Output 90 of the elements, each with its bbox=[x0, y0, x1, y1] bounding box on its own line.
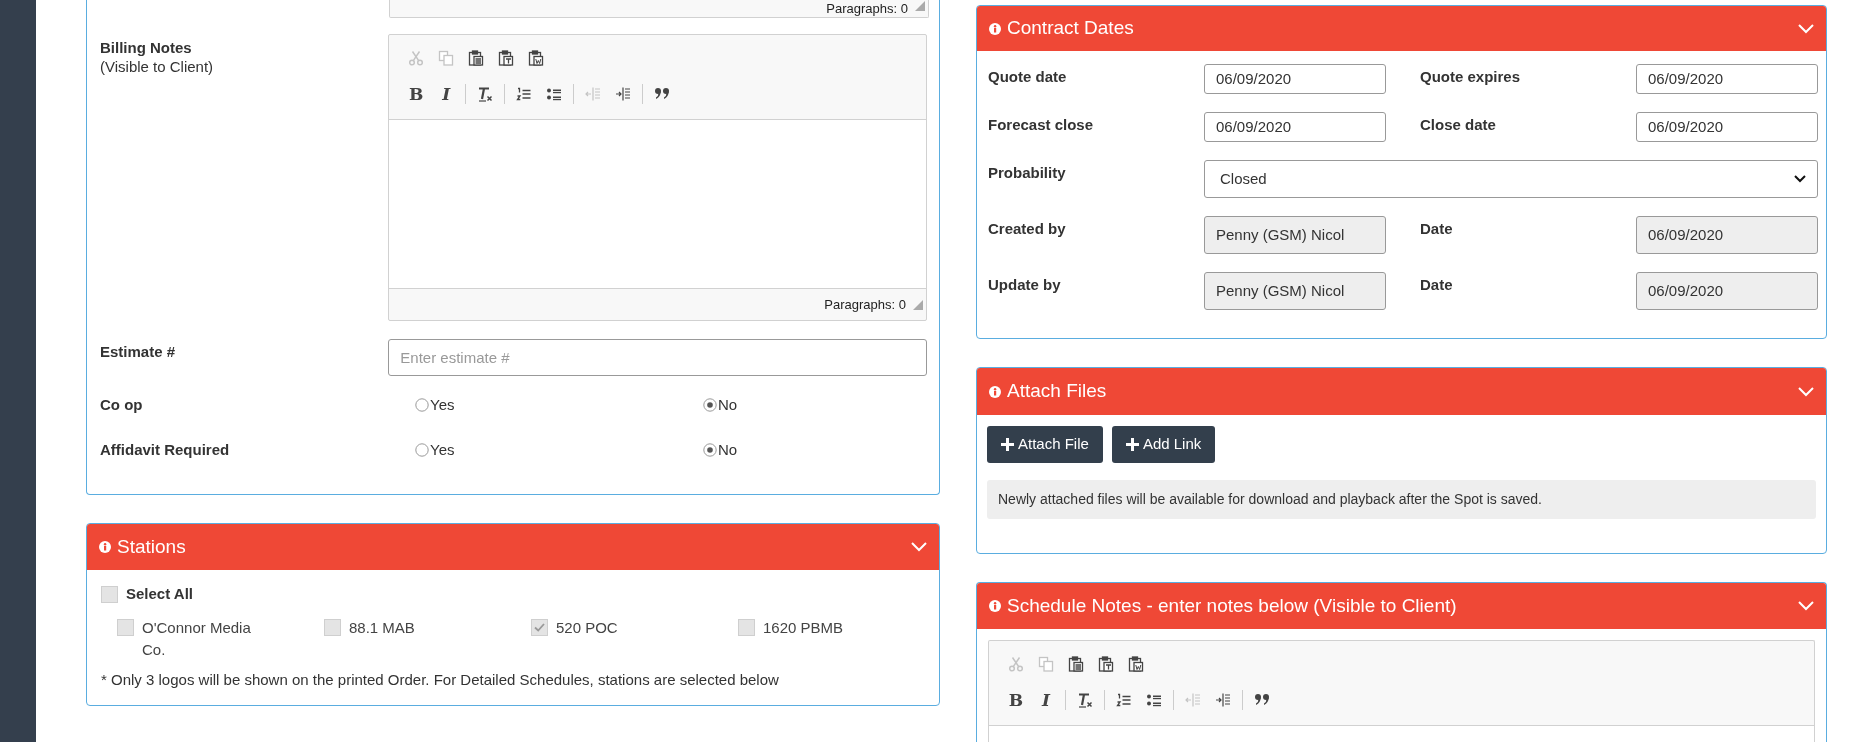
info-icon bbox=[989, 22, 1001, 35]
numbered-list-icon[interactable] bbox=[1116, 692, 1132, 708]
info-icon bbox=[989, 385, 1001, 398]
attach-button[interactable]: Attach File bbox=[987, 426, 1103, 463]
panel-header[interactable]: Schedule Notes - enter notes below (Visible to Client) bbox=[977, 583, 1826, 629]
italic-button[interactable]: I bbox=[1035, 690, 1057, 710]
field-label: Affidavit Required bbox=[100, 439, 231, 460]
field-label: Date bbox=[1420, 275, 1454, 295]
panel-header[interactable]: Stations bbox=[87, 524, 939, 570]
checkbox-label: Select All bbox=[126, 584, 193, 604]
italic-button[interactable]: I bbox=[435, 84, 458, 104]
field-label: Created by bbox=[988, 219, 1067, 239]
radio-button[interactable] bbox=[703, 443, 717, 457]
station-label: 1620 PBMB bbox=[763, 617, 845, 638]
field-label: Estimate # bbox=[100, 342, 177, 362]
radio-button[interactable] bbox=[703, 398, 717, 412]
radio-label: Yes bbox=[430, 394, 455, 415]
paragraph-count: Paragraphs: 0 bbox=[826, 0, 908, 17]
probability-select[interactable]: Closed bbox=[1204, 160, 1818, 198]
plus-icon bbox=[1001, 438, 1014, 451]
info-message: Newly attached files will be available for download and playback after the Spot is saved. bbox=[987, 480, 1816, 519]
radio-button[interactable] bbox=[415, 443, 429, 457]
checkbox[interactable] bbox=[117, 618, 134, 636]
add-link-button[interactable]: Add Link bbox=[1111, 426, 1216, 463]
field-label: Probability bbox=[988, 163, 1067, 183]
chevron-down-icon[interactable] bbox=[1798, 601, 1814, 611]
clipboard-text-icon[interactable] bbox=[1098, 656, 1114, 672]
info-icon bbox=[99, 541, 111, 553]
paragraph-count: Paragraphs: 0 bbox=[824, 295, 906, 314]
field-label: Update by bbox=[988, 275, 1062, 295]
checkbox[interactable] bbox=[324, 618, 341, 636]
indent-icon[interactable] bbox=[1215, 692, 1231, 708]
plus-icon bbox=[1125, 438, 1139, 451]
bold-button[interactable]: B bbox=[405, 84, 428, 104]
station-label: 520 POC bbox=[556, 617, 619, 638]
readonly-field: 06/09/2020 bbox=[1636, 272, 1818, 310]
field-label: Quote expires bbox=[1420, 67, 1522, 87]
bulleted-list-icon[interactable] bbox=[1146, 692, 1162, 708]
readonly-field: Penny (GSM) Nicol bbox=[1204, 272, 1386, 310]
clipboard-word-icon[interactable] bbox=[1128, 656, 1144, 672]
panel-header[interactable]: Attach Files bbox=[977, 368, 1826, 415]
readonly-field: Penny (GSM) Nicol bbox=[1204, 216, 1386, 254]
station-label: O'Connor Media Co. bbox=[142, 617, 252, 660]
panel-header[interactable]: Contract Dates bbox=[977, 6, 1826, 51]
radio-label: No bbox=[718, 394, 738, 415]
numbered-list-icon[interactable] bbox=[516, 86, 533, 102]
quote-icon[interactable] bbox=[654, 86, 671, 102]
chevron-down-icon[interactable] bbox=[911, 542, 927, 552]
field-label: Co op bbox=[100, 394, 144, 415]
note-text: * Only 3 logos will be shown on the printed Order. For Detailed Schedules, stations are selected below bbox=[101, 669, 780, 690]
field-label: Close date bbox=[1420, 115, 1497, 135]
clipboard-word-icon[interactable] bbox=[528, 50, 545, 66]
checkbox[interactable] bbox=[101, 585, 118, 603]
date-field[interactable]: 06/09/2020 bbox=[1204, 112, 1386, 142]
field-label: Forecast close bbox=[988, 115, 1095, 135]
clipboard-icon[interactable] bbox=[1068, 656, 1084, 672]
chevron-down-icon[interactable] bbox=[1798, 386, 1814, 397]
date-field[interactable]: 06/09/2020 bbox=[1636, 64, 1818, 94]
field-label: Date bbox=[1420, 219, 1454, 239]
date-field[interactable]: 06/09/2020 bbox=[1204, 64, 1386, 94]
field-label: Billing Notes bbox=[100, 38, 193, 57]
quote-icon[interactable] bbox=[1254, 692, 1270, 708]
clipboard-text-icon[interactable] bbox=[498, 50, 515, 66]
station-label: 88.1 MAB bbox=[349, 617, 416, 638]
bulleted-list-icon[interactable] bbox=[546, 86, 563, 102]
checkbox[interactable] bbox=[738, 618, 755, 636]
radio-label: Yes bbox=[430, 439, 455, 460]
panel-title: Attach Files bbox=[1007, 379, 1108, 404]
resize-grip-icon[interactable] bbox=[912, 298, 924, 311]
radio-label: No bbox=[718, 439, 738, 460]
clear-format-icon[interactable] bbox=[477, 86, 494, 102]
bold-button[interactable]: B bbox=[1005, 690, 1027, 710]
panel-title: Schedule Notes - enter notes below (Visible to Client) bbox=[1007, 593, 1458, 618]
field-sublabel: (Visible to Client) bbox=[100, 57, 215, 76]
checkbox[interactable] bbox=[531, 618, 548, 636]
indent-icon[interactable] bbox=[615, 86, 632, 102]
estimate-input[interactable]: Enter estimate # bbox=[388, 339, 927, 376]
clear-format-icon[interactable] bbox=[1077, 692, 1093, 708]
chevron-down-icon[interactable] bbox=[1798, 23, 1814, 34]
resize-grip-icon[interactable] bbox=[914, 0, 926, 12]
field-label: Quote date bbox=[988, 67, 1068, 87]
readonly-field: 06/09/2020 bbox=[1636, 216, 1818, 254]
radio-button[interactable] bbox=[415, 398, 429, 412]
info-icon bbox=[989, 600, 1001, 612]
clipboard-icon[interactable] bbox=[468, 50, 485, 66]
chevron-down-icon bbox=[1794, 175, 1806, 183]
panel-title: Contract Dates bbox=[1007, 16, 1135, 41]
select-value: Closed bbox=[1220, 168, 1267, 189]
panel-title: Stations bbox=[117, 534, 187, 559]
date-field[interactable]: 06/09/2020 bbox=[1636, 112, 1818, 142]
